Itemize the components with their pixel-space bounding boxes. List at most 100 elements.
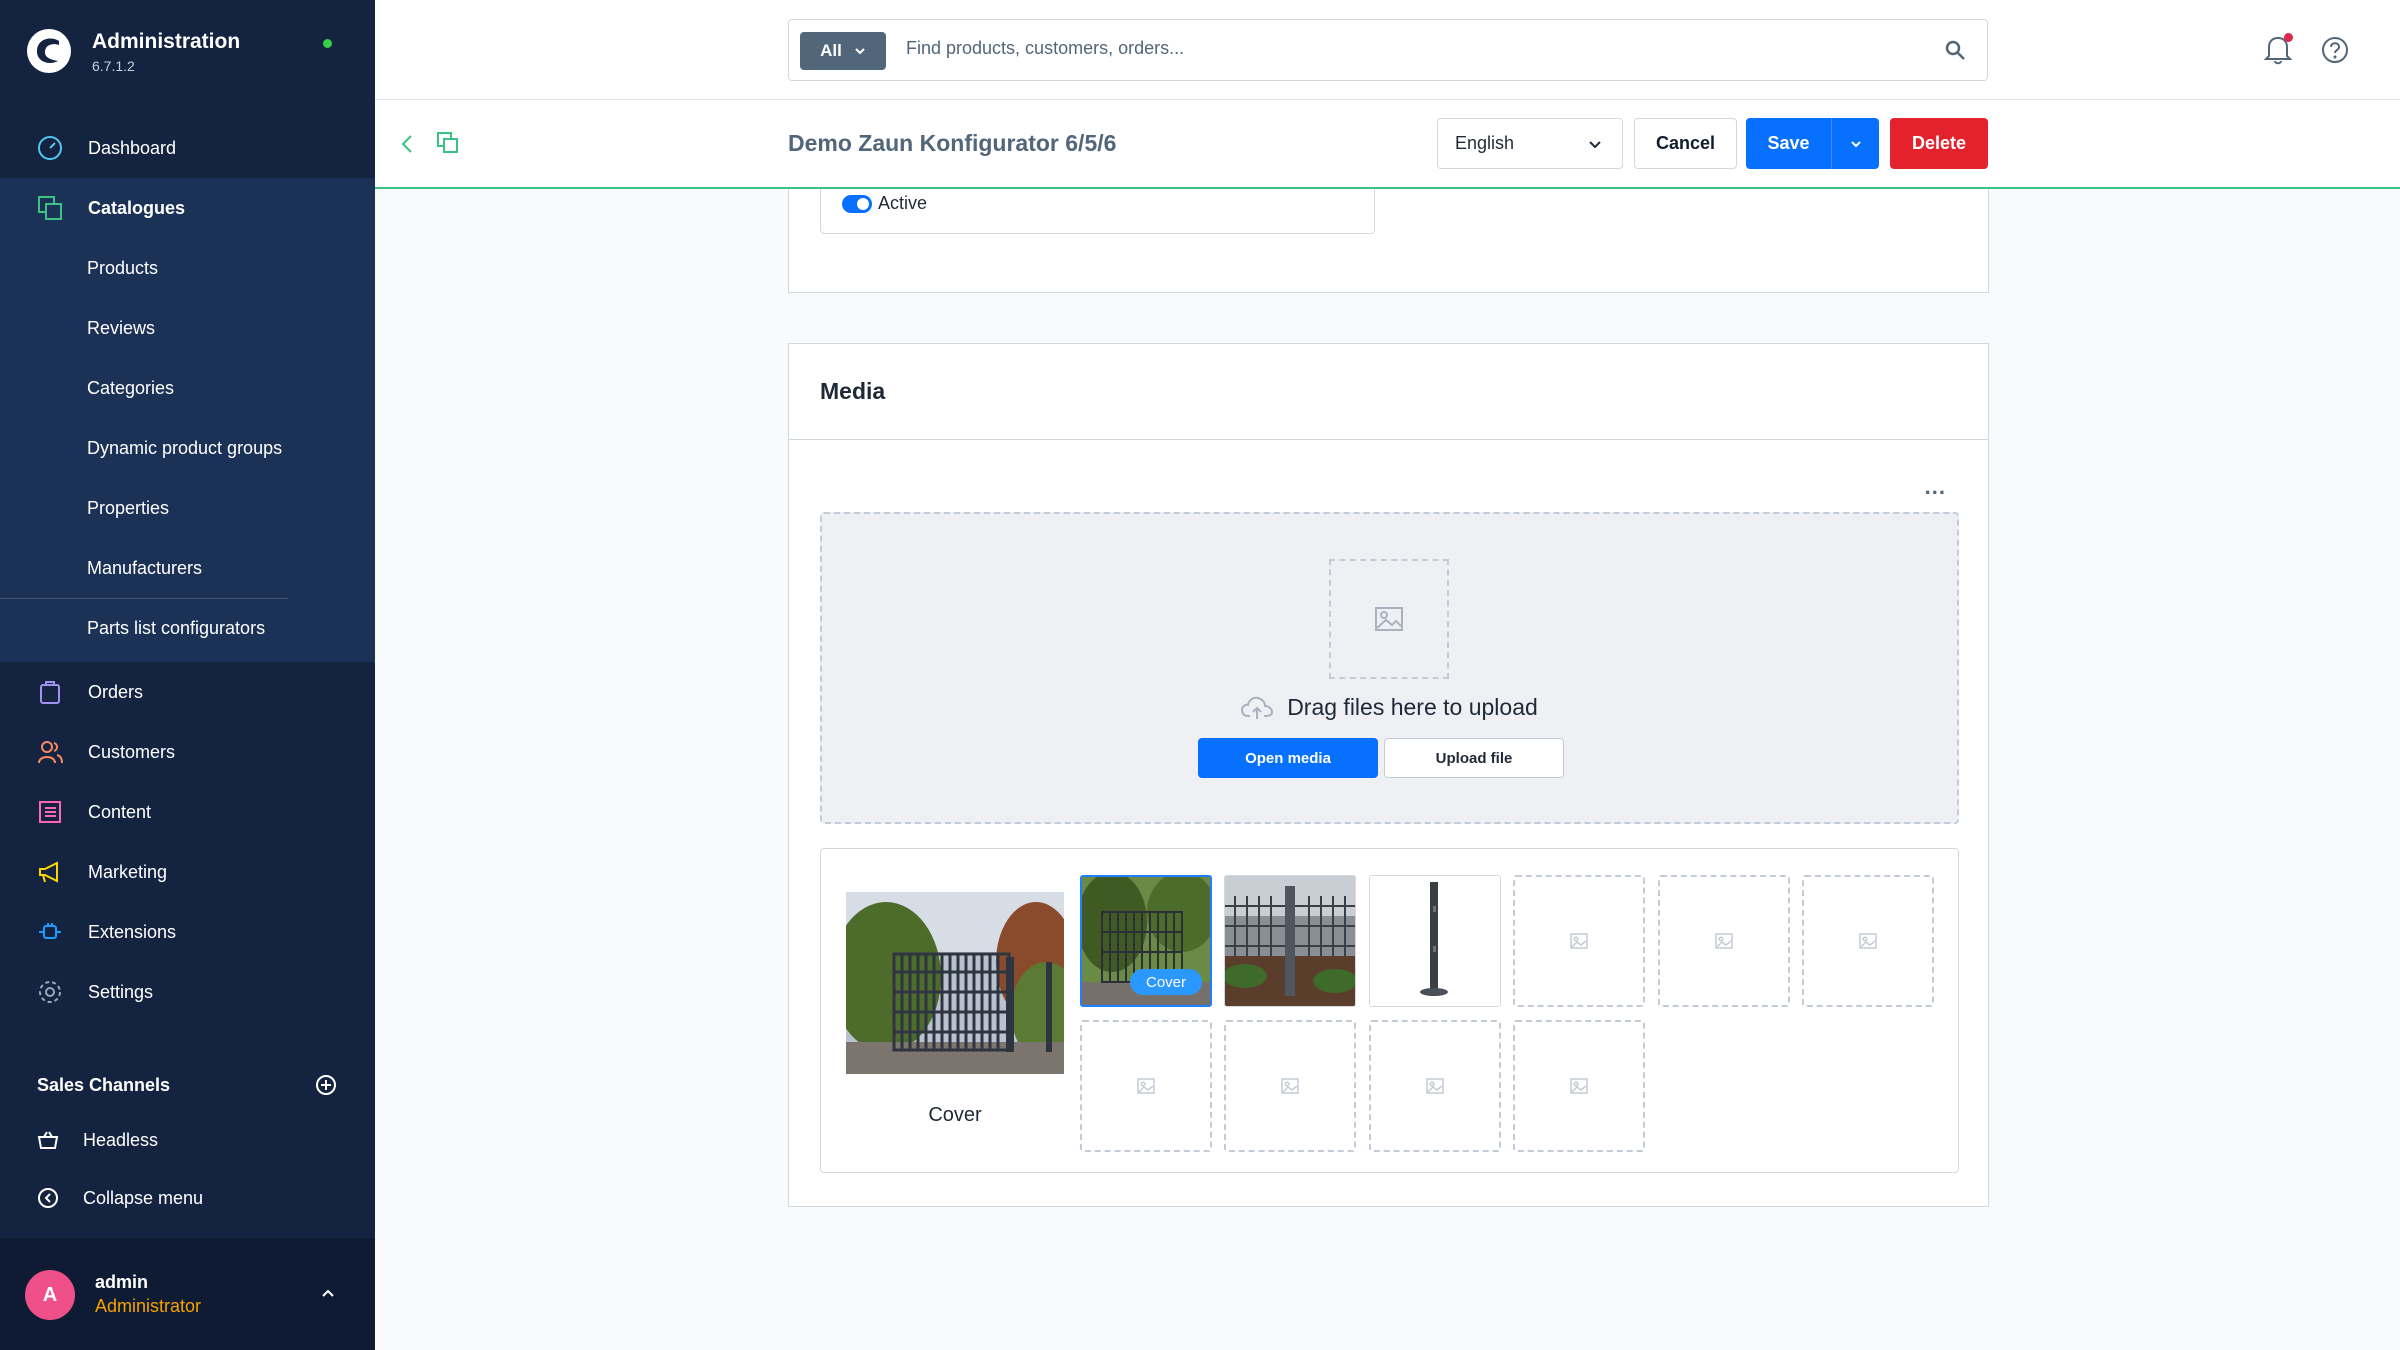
add-sales-channel-icon[interactable] xyxy=(315,1074,337,1096)
nav-item-settings[interactable]: Settings xyxy=(0,962,375,1022)
sub-item-products[interactable]: Products xyxy=(0,238,375,298)
brand-header[interactable]: Administration 6.7.1.2 xyxy=(26,26,356,82)
back-arrow-icon[interactable] xyxy=(397,130,417,158)
sub-item-properties[interactable]: Properties xyxy=(0,478,375,538)
sub-item-dynamic-product-groups[interactable]: Dynamic product groups xyxy=(0,418,375,478)
upload-file-button[interactable]: Upload file xyxy=(1384,738,1564,778)
cover-badge: Cover xyxy=(1130,969,1202,995)
image-placeholder-icon xyxy=(1137,1078,1155,1094)
catalogue-icon xyxy=(36,194,64,222)
collapse-menu-label: Collapse menu xyxy=(83,1187,204,1208)
nav-label: Settings xyxy=(88,981,154,1002)
nav-label: Customers xyxy=(88,741,176,762)
megaphone-icon xyxy=(36,858,64,886)
nav-item-content[interactable]: Content xyxy=(0,782,375,842)
active-toggle[interactable] xyxy=(842,195,872,213)
smart-bar: Demo Zaun Konfigurator 6/5/6 English Can… xyxy=(375,100,2400,189)
sub-item-manufacturers[interactable]: Manufacturers xyxy=(0,538,375,598)
sales-channels-header: Sales Channels xyxy=(37,1070,337,1100)
media-slot-empty[interactable] xyxy=(1369,1020,1501,1152)
collapse-menu-button[interactable]: Collapse menu xyxy=(37,1178,203,1218)
open-media-button[interactable]: Open media xyxy=(1198,738,1378,778)
sales-channel-headless[interactable]: Headless xyxy=(37,1120,158,1160)
product-status-card: Active xyxy=(788,189,1989,293)
gauge-icon xyxy=(36,134,64,162)
language-select[interactable]: English xyxy=(1437,118,1623,169)
media-thumb-2[interactable] xyxy=(1224,875,1356,1007)
nav-label: Dashboard xyxy=(88,137,177,158)
gear-icon xyxy=(36,978,64,1006)
search-icon[interactable] xyxy=(1943,38,1967,62)
duplicate-icon[interactable] xyxy=(435,130,461,156)
media-slot-empty[interactable] xyxy=(1802,875,1934,1007)
save-options-button[interactable] xyxy=(1831,118,1879,169)
chevron-down-icon xyxy=(1850,140,1861,147)
cover-image[interactable] xyxy=(846,892,1064,1074)
active-field: Active xyxy=(820,189,1375,234)
image-placeholder-icon xyxy=(1426,1078,1444,1094)
dropzone-text: Drag files here to upload xyxy=(1287,694,1538,720)
shopping-bag-icon xyxy=(36,678,64,706)
save-button[interactable]: Save xyxy=(1746,118,1831,169)
user-menu[interactable]: A admin Administrator xyxy=(0,1238,375,1350)
media-slot-empty[interactable] xyxy=(1513,1020,1645,1152)
media-slot-empty[interactable] xyxy=(1658,875,1790,1007)
chevron-down-icon xyxy=(855,48,865,55)
chevron-down-icon xyxy=(1589,141,1601,149)
media-slot-empty[interactable] xyxy=(1080,1020,1212,1152)
notifications-button[interactable] xyxy=(2263,33,2293,65)
image-placeholder-icon xyxy=(1375,607,1403,631)
fence-post-image xyxy=(1225,876,1355,1006)
image-placeholder-icon xyxy=(1859,933,1877,949)
nav-item-orders[interactable]: Orders xyxy=(0,662,375,722)
sales-channel-label: Headless xyxy=(83,1129,159,1150)
nav-item-marketing[interactable]: Marketing xyxy=(0,842,375,902)
nav-item-extensions[interactable]: Extensions xyxy=(0,902,375,962)
search-scope-button[interactable]: All xyxy=(800,32,886,70)
upload-preview xyxy=(1329,559,1449,679)
post-product-image xyxy=(1370,876,1500,1006)
language-select-value: English xyxy=(1455,133,1515,153)
media-slot-empty[interactable] xyxy=(1224,1020,1356,1152)
image-placeholder-icon xyxy=(1281,1078,1299,1094)
users-icon xyxy=(36,738,64,766)
content-icon xyxy=(36,798,64,826)
cancel-button[interactable]: Cancel xyxy=(1634,118,1737,169)
sub-item-reviews[interactable]: Reviews xyxy=(0,298,375,358)
user-role: Administrator xyxy=(95,1296,202,1316)
cloud-upload-icon xyxy=(1241,696,1274,719)
user-name: admin xyxy=(95,1272,149,1292)
nav-item-dashboard[interactable]: Dashboard xyxy=(0,118,375,178)
main-nav: Dashboard Catalogues Products Reviews Ca… xyxy=(0,118,375,1022)
help-icon[interactable] xyxy=(2321,36,2349,64)
nav-label: Orders xyxy=(88,681,144,702)
sub-item-categories[interactable]: Categories xyxy=(0,358,375,418)
upload-dropzone[interactable]: Drag files here to upload Open media Upl… xyxy=(820,512,1959,824)
media-gallery: Cover Cover xyxy=(820,848,1959,1173)
plug-icon xyxy=(36,918,64,946)
nav-label: Extensions xyxy=(88,921,177,942)
chevron-up-icon xyxy=(322,1289,334,1297)
search-input[interactable]: Find products, customers, orders... xyxy=(906,38,1184,59)
notification-badge xyxy=(2284,33,2293,42)
sales-channels-title: Sales Channels xyxy=(37,1074,171,1095)
global-search[interactable]: All Find products, customers, orders... xyxy=(788,19,1988,81)
media-card-title: Media xyxy=(789,344,1988,440)
media-thumb-3[interactable] xyxy=(1369,875,1501,1007)
status-indicator xyxy=(323,39,332,48)
image-placeholder-icon xyxy=(1715,933,1733,949)
media-more-button[interactable]: ... xyxy=(1925,474,1946,500)
media-slot-empty[interactable] xyxy=(1513,875,1645,1007)
active-label: Active xyxy=(878,193,928,213)
cover-caption: Cover xyxy=(928,1104,982,1126)
sidebar: Administration 6.7.1.2 Dashboard Catalog… xyxy=(0,0,375,1350)
image-placeholder-icon xyxy=(1570,1078,1588,1094)
shopware-logo-icon xyxy=(27,29,71,73)
media-thumb-1[interactable]: Cover xyxy=(1080,875,1212,1007)
nav-item-customers[interactable]: Customers xyxy=(0,722,375,782)
app-title: Administration xyxy=(92,30,241,53)
sub-item-parts-list-configurators[interactable]: Parts list configurators xyxy=(0,598,288,658)
delete-button[interactable]: Delete xyxy=(1890,118,1988,169)
nav-item-catalogues[interactable]: Catalogues xyxy=(0,178,375,238)
avatar: A xyxy=(25,1270,75,1320)
